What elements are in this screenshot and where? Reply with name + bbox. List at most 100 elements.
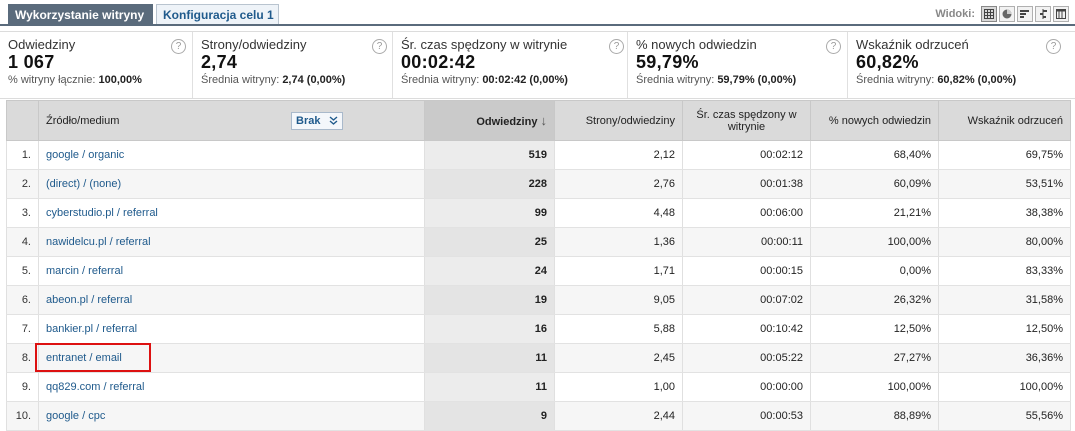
metric-label: Odwiedziny — [8, 37, 76, 52]
row-index: 1. — [6, 140, 39, 170]
avg-time-cell: 00:00:00 — [682, 372, 811, 402]
bounce-rate-cell: 12,50% — [938, 314, 1071, 344]
compare-view-icon[interactable] — [1035, 6, 1051, 22]
visits-header-label: Odwiedziny — [476, 116, 538, 128]
bounce-rate-cell: 31,58% — [938, 285, 1071, 315]
avg-time-cell: 00:05:22 — [682, 343, 811, 373]
metric-label: % nowych odwiedzin — [636, 37, 757, 52]
new-visits-cell: 26,32% — [810, 285, 939, 315]
source-medium-link[interactable]: nawidelcu.pl / referral — [46, 236, 151, 248]
avg-time-cell: 00:10:42 — [682, 314, 811, 344]
metric-label: Strony/odwiedziny — [201, 37, 307, 52]
avg-time-cell: 00:00:53 — [682, 401, 811, 431]
source-medium-link[interactable]: (direct) / (none) — [46, 178, 121, 190]
secondary-dimension-dropdown[interactable]: Brak — [291, 111, 343, 130]
metric-subtext: Średnia witryny: 59,79% (0,00%) — [636, 74, 797, 86]
pages-per-visit-cell: 9,05 — [554, 285, 683, 315]
pages-per-visit-cell: 1,36 — [554, 227, 683, 257]
scorecard: Odwiedziny 1 067 % witryny łącznie: 100,… — [0, 31, 1075, 99]
view-switcher: Widoki: — [935, 5, 1069, 23]
source-medium-cell: nawidelcu.pl / referral — [38, 227, 425, 257]
tab-site-usage[interactable]: Wykorzystanie witryny — [8, 4, 153, 24]
visits-column-header[interactable]: Odwiedziny ↓ — [424, 100, 555, 141]
new-visits-cell: 21,21% — [810, 198, 939, 228]
sort-descending-icon: ↓ — [540, 113, 548, 128]
metric-visits: Odwiedziny 1 067 % witryny łącznie: 100,… — [0, 32, 190, 98]
help-icon[interactable]: ? — [826, 39, 841, 54]
new-visits-cell: 12,50% — [810, 314, 939, 344]
dimension-header-label: Źródło/medium — [46, 114, 120, 127]
help-icon[interactable]: ? — [171, 39, 186, 54]
metric-label: Wskaźnik odrzuceń — [856, 37, 969, 52]
bounce-rate-cell: 80,00% — [938, 227, 1071, 257]
pages-per-visit-cell: 2,45 — [554, 343, 683, 373]
table-row: 5. marcin / referral 24 1,71 00:00:15 0,00% 83… — [6, 256, 1071, 286]
source-medium-cell: marcin / referral — [38, 256, 425, 286]
source-medium-link[interactable]: abeon.pl / referral — [46, 294, 132, 306]
bounce-rate-column-header[interactable]: Wskaźnik odrzuceń — [938, 100, 1071, 141]
new-visits-cell: 100,00% — [810, 372, 939, 402]
new-visits-column-header[interactable]: % nowych odwiedzin — [810, 100, 939, 141]
table-view-icon[interactable] — [981, 6, 997, 22]
pages-per-visit-cell: 2,12 — [554, 140, 683, 170]
metric-subtext: % witryny łącznie: 100,00% — [8, 74, 142, 86]
pages-per-visit-cell: 1,00 — [554, 372, 683, 402]
source-medium-link[interactable]: bankier.pl / referral — [46, 323, 137, 335]
metric-value: 60,82% — [856, 52, 919, 72]
new-visits-cell: 27,27% — [810, 343, 939, 373]
avg-time-column-header[interactable]: Śr. czas spędzony w witrynie — [682, 100, 811, 141]
avg-time-cell: 00:02:12 — [682, 140, 811, 170]
pivot-view-icon[interactable] — [1053, 6, 1069, 22]
avg-time-cell: 00:01:38 — [682, 169, 811, 199]
bounce-rate-cell: 100,00% — [938, 372, 1071, 402]
bounce-rate-cell: 53,51% — [938, 169, 1071, 199]
views-label: Widoki: — [935, 8, 975, 20]
index-column-header — [6, 100, 39, 141]
help-icon[interactable]: ? — [1046, 39, 1061, 54]
row-index: 7. — [6, 314, 39, 344]
table-row: 10. google / cpc 9 2,44 00:00:53 88,89% 55,56% — [6, 401, 1071, 431]
visits-cell: 11 — [424, 372, 555, 402]
bounce-rate-cell: 38,38% — [938, 198, 1071, 228]
visits-cell: 9 — [424, 401, 555, 431]
source-medium-link[interactable]: google / cpc — [46, 410, 105, 422]
visits-cell: 519 — [424, 140, 555, 170]
row-index: 5. — [6, 256, 39, 286]
tab-goal-set-1[interactable]: Konfiguracja celu 1 — [156, 4, 279, 24]
metric-label: Śr. czas spędzony w witrynie — [401, 37, 568, 52]
highlight-annotation — [35, 343, 151, 372]
source-medium-link[interactable]: qq829.com / referral — [46, 381, 144, 393]
help-icon[interactable]: ? — [372, 39, 387, 54]
pages-per-visit-column-header[interactable]: Strony/odwiedziny — [554, 100, 683, 141]
source-medium-link[interactable]: marcin / referral — [46, 265, 123, 277]
bar-view-icon[interactable] — [1017, 6, 1033, 22]
pie-view-icon[interactable] — [999, 6, 1015, 22]
visits-cell: 11 — [424, 343, 555, 373]
tab-bar: Wykorzystanie witryny Konfiguracja celu … — [0, 0, 1075, 27]
source-medium-cell: google / organic — [38, 140, 425, 170]
source-medium-link[interactable]: google / organic — [46, 149, 124, 161]
dimension-column-header[interactable]: Źródło/medium Brak — [38, 100, 425, 141]
table-row: 6. abeon.pl / referral 19 9,05 00:07:02 26,32… — [6, 285, 1071, 315]
source-medium-cell: cyberstudio.pl / referral — [38, 198, 425, 228]
metric-value: 1 067 — [8, 52, 55, 72]
source-medium-link[interactable]: cyberstudio.pl / referral — [46, 207, 158, 219]
table-header-row: Źródło/medium Brak Odwiedziny ↓ Strony/o… — [6, 100, 1071, 141]
table-row: 9. qq829.com / referral 11 1,00 00:00:00 100,… — [6, 372, 1071, 402]
metric-subtext: Średnia witryny: 60,82% (0,00%) — [856, 74, 1017, 86]
metric-new-visits: % nowych odwiedzin 59,79% Średnia witryn… — [627, 32, 846, 98]
pages-per-visit-cell: 2,44 — [554, 401, 683, 431]
table-row: 8. entranet / email 11 2,45 00:05:22 27,27% 36… — [6, 343, 1071, 373]
visits-cell: 25 — [424, 227, 555, 257]
help-icon[interactable]: ? — [609, 39, 624, 54]
bounce-rate-cell: 83,33% — [938, 256, 1071, 286]
metric-subtext: Średnia witryny: 00:02:42 (0,00%) — [401, 74, 568, 86]
metric-bounce-rate: Wskaźnik odrzuceń 60,82% Średnia witryny… — [847, 32, 1075, 98]
table-row: 3. cyberstudio.pl / referral 99 4,48 00:06:0… — [6, 198, 1071, 228]
avg-time-cell: 00:07:02 — [682, 285, 811, 315]
avg-time-cell: 00:06:00 — [682, 198, 811, 228]
metric-pages-per-visit: Strony/odwiedziny 2,74 Średnia witryny: … — [192, 32, 390, 98]
new-visits-cell: 60,09% — [810, 169, 939, 199]
bounce-rate-cell: 55,56% — [938, 401, 1071, 431]
source-medium-cell: qq829.com / referral — [38, 372, 425, 402]
